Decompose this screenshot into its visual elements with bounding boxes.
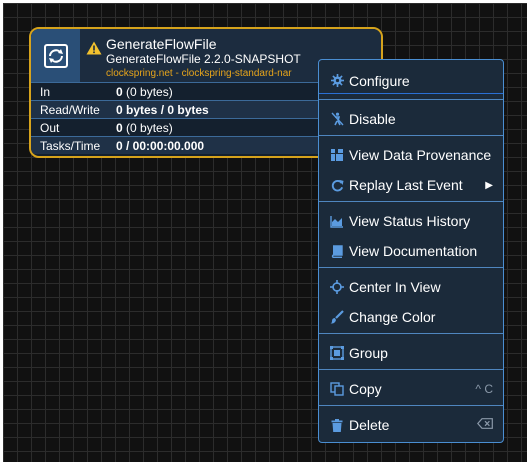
menu-item-view-provenance[interactable]: View Data Provenance xyxy=(319,142,503,168)
menu-divider xyxy=(319,369,503,370)
menu-label-view-provenance: View Data Provenance xyxy=(349,147,492,163)
menu-label-group: Group xyxy=(349,345,388,361)
stat-value: 0 (0 bytes) xyxy=(116,121,173,135)
menu-label-disable: Disable xyxy=(349,111,396,127)
stat-label: Read/Write xyxy=(40,103,100,117)
flow-canvas[interactable]: GenerateFlowFile GenerateFlowFile 2.2.0-… xyxy=(3,3,527,462)
menu-label-center-in-view: Center In View xyxy=(349,279,441,295)
paintbrush-icon xyxy=(330,310,344,324)
group-icon xyxy=(330,346,344,360)
menu-label-view-status-history: View Status History xyxy=(349,213,471,229)
gear-icon xyxy=(330,74,344,88)
menu-label-view-documentation: View Documentation xyxy=(349,243,478,259)
area-chart-icon xyxy=(330,214,344,228)
processor-bundle: clockspring.net - clockspring-standard-n… xyxy=(106,68,292,79)
trash-icon xyxy=(330,418,344,432)
menu-item-view-documentation[interactable]: View Documentation xyxy=(319,238,503,264)
context-menu: Configure Disable View Data Provenance R… xyxy=(318,59,504,443)
menu-item-center-in-view[interactable]: Center In View xyxy=(319,274,503,300)
menu-item-replay-last-event[interactable]: Replay Last Event ▶ xyxy=(319,172,503,198)
menu-item-view-status-history[interactable]: View Status History xyxy=(319,208,503,234)
menu-divider xyxy=(319,201,503,202)
menu-divider xyxy=(319,405,503,406)
menu-divider xyxy=(319,267,503,268)
menu-label-replay-last-event: Replay Last Event xyxy=(349,177,463,193)
menu-item-delete[interactable]: Delete xyxy=(319,412,503,438)
menu-item-configure[interactable]: Configure xyxy=(319,68,503,94)
processor-icon xyxy=(31,29,80,82)
menu-label-change-color: Change Color xyxy=(349,309,436,325)
disable-icon xyxy=(330,112,344,126)
menu-item-group[interactable]: Group xyxy=(319,340,503,366)
menu-item-change-color[interactable]: Change Color xyxy=(319,304,503,330)
menu-item-disable[interactable]: Disable xyxy=(319,106,503,132)
warning-icon[interactable] xyxy=(86,41,102,55)
menu-label-configure: Configure xyxy=(349,72,410,89)
stat-label: Out xyxy=(40,121,60,135)
menu-item-copy[interactable]: Copy ^ C xyxy=(319,376,503,402)
menu-divider xyxy=(319,333,503,334)
provenance-icon xyxy=(330,148,344,162)
processor-type: GenerateFlowFile 2.2.0-SNAPSHOT xyxy=(106,52,301,66)
copy-shortcut: ^ C xyxy=(475,382,493,396)
menu-divider xyxy=(319,135,503,136)
stat-label: In xyxy=(40,85,51,99)
menu-label-copy: Copy xyxy=(349,381,382,397)
stat-value: 0 (0 bytes) xyxy=(116,85,173,99)
menu-divider xyxy=(319,99,503,100)
stat-label: Tasks/Time xyxy=(40,139,101,153)
copy-icon xyxy=(330,382,344,396)
replay-icon xyxy=(330,178,344,192)
stat-value: 0 bytes / 0 bytes xyxy=(116,103,209,117)
book-icon xyxy=(330,244,344,258)
stat-value: 0 / 00:00:00.000 xyxy=(116,139,205,153)
menu-label-delete: Delete xyxy=(349,417,390,433)
backspace-icon xyxy=(477,418,493,432)
crosshair-icon xyxy=(330,280,344,294)
chevron-right-icon: ▶ xyxy=(485,179,493,191)
processor-name: GenerateFlowFile xyxy=(106,36,217,52)
